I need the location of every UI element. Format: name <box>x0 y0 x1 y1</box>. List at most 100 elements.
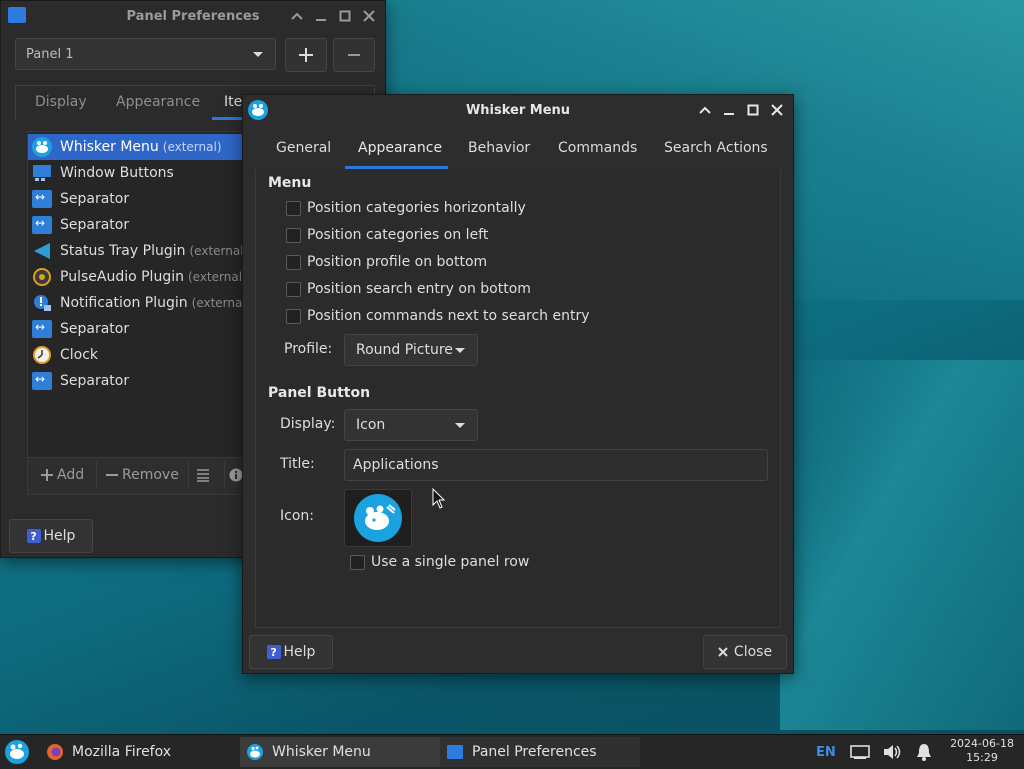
tab-commands[interactable]: Commands <box>558 140 637 156</box>
tab-display[interactable]: Display <box>35 94 87 110</box>
chevron-down-icon <box>455 348 465 353</box>
firefox-icon <box>47 744 63 760</box>
add-item-label: Add <box>57 467 85 483</box>
roll-up-button[interactable] <box>695 100 715 120</box>
chevron-up-icon <box>699 106 711 114</box>
checkbox[interactable] <box>286 254 301 270</box>
task-whisker-menu[interactable]: Whisker Menu <box>240 737 440 767</box>
keyboard-layout-indicator[interactable]: EN <box>816 745 836 760</box>
volume-icon[interactable] <box>882 743 902 761</box>
help-label: Help <box>43 528 76 544</box>
clock-icon <box>32 346 52 364</box>
list-item[interactable]: Whisker Menu (external) <box>28 134 246 160</box>
list-item[interactable]: Clock <box>28 342 246 368</box>
profile-label: Profile: <box>284 341 333 357</box>
remove-item-label: Remove <box>122 467 179 483</box>
add-panel-button[interactable] <box>285 38 327 72</box>
remove-panel-button[interactable] <box>333 38 375 72</box>
task-label: Whisker Menu <box>272 744 371 760</box>
task-firefox[interactable]: Mozilla Firefox <box>40 737 238 767</box>
title-input[interactable]: Applications <box>344 449 768 481</box>
tab-search-actions[interactable]: Search Actions <box>664 140 768 156</box>
whisker-icon <box>247 744 263 760</box>
list-item-label: Separator <box>60 217 130 233</box>
icon-label: Icon: <box>280 508 314 524</box>
panel-select[interactable]: Panel 1 <box>15 38 276 70</box>
plus-icon <box>41 469 53 481</box>
list-item[interactable]: Separator <box>28 316 246 342</box>
option-profile-bottom[interactable]: Position profile on bottom <box>286 254 487 270</box>
whisker-icon <box>354 494 402 542</box>
close-window-button[interactable] <box>359 6 379 26</box>
whisker-menu-launcher[interactable] <box>4 739 30 765</box>
network-icon[interactable] <box>849 744 870 760</box>
option-categories-left[interactable]: Position categories on left <box>286 227 488 243</box>
close-window-button[interactable] <box>767 100 787 120</box>
minimize-button[interactable] <box>719 100 739 120</box>
checkbox[interactable] <box>286 227 301 243</box>
system-tray: EN <box>816 735 934 769</box>
whisker-icon <box>5 740 29 764</box>
option-single-panel-row[interactable]: Use a single panel row <box>350 554 529 570</box>
list-item[interactable]: Notification Plugin (external) <box>28 290 246 316</box>
list-item[interactable]: Window Buttons <box>28 160 246 186</box>
tab-general[interactable]: General <box>276 140 331 156</box>
maximize-icon <box>339 10 351 22</box>
panel-items-list[interactable]: Whisker Menu (external) Window Buttons S… <box>27 131 247 458</box>
remove-item-button[interactable]: Remove <box>96 461 182 489</box>
info-icon <box>229 468 243 482</box>
status-tray-icon <box>32 242 52 260</box>
task-label: Mozilla Firefox <box>72 744 172 760</box>
profile-value: Round Picture <box>356 342 453 358</box>
taskbar: Mozilla Firefox Whisker Menu Panel Prefe… <box>0 734 1024 769</box>
option-label: Position search entry on bottom <box>307 281 531 297</box>
list-item[interactable]: PulseAudio Plugin (external) <box>28 264 246 290</box>
help-icon: ? <box>266 645 281 659</box>
minimize-button[interactable] <box>311 6 331 26</box>
list-item[interactable]: Separator <box>28 212 246 238</box>
clock-date: 2024-06-18 <box>950 737 1014 750</box>
list-item[interactable]: Separator <box>28 186 246 212</box>
list-item-label: Separator <box>60 191 130 207</box>
checkbox[interactable] <box>350 554 365 570</box>
help-button[interactable]: ? Help <box>9 519 93 553</box>
close-button[interactable]: Close <box>703 635 787 669</box>
add-item-button[interactable]: Add <box>32 461 92 489</box>
checkbox[interactable] <box>286 281 301 297</box>
panel-preferences-titlebar[interactable]: Panel Preferences <box>1 1 385 31</box>
item-properties-button[interactable] <box>188 461 217 489</box>
tab-appearance[interactable]: Appearance <box>116 94 200 110</box>
notification-bell-icon[interactable] <box>914 742 934 762</box>
option-commands-next-to-search[interactable]: Position commands next to search entry <box>286 308 590 324</box>
menu-heading: Menu <box>268 175 312 191</box>
panel-prefs-icon <box>447 745 463 759</box>
separator-icon <box>32 190 52 208</box>
option-label: Position categories horizontally <box>307 200 526 216</box>
option-categories-horizontally[interactable]: Position categories horizontally <box>286 200 526 216</box>
list-item[interactable]: Status Tray Plugin (external) <box>28 238 246 264</box>
panel-button-heading: Panel Button <box>268 385 371 401</box>
display-dropdown[interactable]: Icon <box>344 409 478 441</box>
task-panel-preferences[interactable]: Panel Preferences <box>440 737 640 767</box>
minus-icon <box>348 54 360 56</box>
separator-icon <box>32 216 52 234</box>
help-button[interactable]: ? Help <box>249 635 333 669</box>
profile-dropdown[interactable]: Round Picture <box>344 334 478 366</box>
icon-chooser-button[interactable] <box>344 489 412 547</box>
maximize-button[interactable] <box>335 6 355 26</box>
plus-icon <box>299 48 313 62</box>
tab-items[interactable]: Ite <box>224 94 242 110</box>
checkbox[interactable] <box>286 308 301 324</box>
list-item-label: Window Buttons <box>60 165 174 181</box>
list-item-ext: (external) <box>162 140 222 154</box>
tab-appearance[interactable]: Appearance <box>358 140 442 156</box>
maximize-button[interactable] <box>743 100 763 120</box>
option-search-bottom[interactable]: Position search entry on bottom <box>286 281 531 297</box>
whisker-titlebar[interactable]: Whisker Menu <box>243 95 793 125</box>
roll-up-button[interactable] <box>287 6 307 26</box>
clock[interactable]: 2024-06-18 15:29 <box>950 737 1014 765</box>
tab-behavior[interactable]: Behavior <box>468 140 530 156</box>
separator-icon <box>32 320 52 338</box>
checkbox[interactable] <box>286 200 301 216</box>
list-item[interactable]: Separator <box>28 368 246 394</box>
